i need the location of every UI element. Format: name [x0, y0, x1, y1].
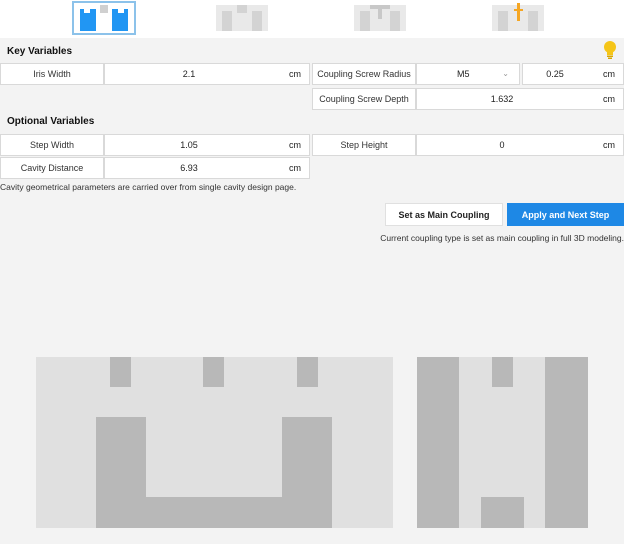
screw-slot-left — [110, 357, 131, 387]
screw-slot-right — [297, 357, 318, 387]
cavity-wall-right — [282, 417, 332, 528]
chevron-down-icon: ⌄ — [502, 69, 509, 78]
front-view-preview — [36, 357, 393, 528]
cavity-distance-field[interactable]: 6.93 cm — [104, 157, 310, 179]
side-iris-block — [481, 497, 524, 528]
screw-coupling-icon — [492, 3, 544, 31]
coupling-screw-radius-label-text: Coupling Screw Radius — [317, 69, 411, 79]
iris-width-label-text: Iris Width — [33, 69, 71, 79]
coupling-screw-radius-select-value: M5 — [457, 69, 470, 79]
cavity-distance-label-text: Cavity Distance — [20, 163, 84, 173]
key-variables-title: Key Variables — [7, 46, 73, 57]
side-view-preview — [417, 357, 588, 528]
step-width-label: Step Width — [0, 134, 104, 156]
step-width-value: 1.05 — [180, 140, 198, 150]
step-coupling-icon — [216, 5, 268, 31]
tab-coupling-type-3[interactable] — [350, 1, 414, 35]
step-width-label-text: Step Width — [29, 140, 75, 150]
cavity-distance-label: Cavity Distance — [0, 157, 104, 179]
lightbulb-icon[interactable] — [602, 40, 618, 62]
set-main-coupling-button[interactable]: Set as Main Coupling — [385, 203, 503, 226]
step-width-field[interactable]: 1.05 cm — [104, 134, 310, 156]
cavity-wall-left — [96, 417, 146, 528]
coupling-screw-depth-label-text: Coupling Screw Depth — [319, 94, 409, 104]
probe-coupling-icon — [354, 5, 406, 31]
side-screw-slot — [492, 357, 513, 387]
cavity-base — [146, 497, 282, 528]
screw-slot-center — [203, 357, 224, 387]
coupling-screw-radius-unit: cm — [603, 69, 615, 79]
coupling-screw-depth-field[interactable]: 1.632 cm — [416, 88, 624, 110]
step-height-label-text: Step Height — [340, 140, 388, 150]
iris-width-field[interactable]: 2.1 cm — [104, 63, 310, 85]
tab-coupling-type-2[interactable] — [212, 1, 276, 35]
step-width-unit: cm — [289, 140, 301, 150]
step-height-value: 0 — [499, 140, 505, 150]
iris-width-value: 2.1 — [182, 69, 196, 79]
iris-coupling-icon — [80, 5, 128, 31]
cavity-distance-value: 6.93 — [180, 163, 198, 173]
side-wall-right — [545, 357, 588, 528]
cavity-distance-unit: cm — [289, 163, 301, 173]
coupling-screw-radius-label: Coupling Screw Radius — [312, 63, 416, 85]
coupling-screw-depth-label: Coupling Screw Depth — [312, 88, 416, 110]
coupling-screw-radius-field[interactable]: 0.25 cm — [522, 63, 624, 85]
step-height-unit: cm — [603, 140, 615, 150]
optional-variables-title: Optional Variables — [7, 116, 95, 127]
side-wall-left — [417, 357, 459, 528]
coupling-note: Current coupling type is set as main cou… — [380, 233, 624, 243]
apply-next-step-button[interactable]: Apply and Next Step — [507, 203, 624, 226]
iris-width-unit: cm — [289, 69, 301, 79]
iris-width-label: Iris Width — [0, 63, 104, 85]
cavity-note: Cavity geometrical parameters are carrie… — [0, 182, 297, 192]
coupling-type-tabbar — [0, 0, 624, 38]
coupling-screw-radius-select[interactable]: M5 ⌄ — [416, 63, 520, 85]
coupling-screw-radius-value: 0.25 — [546, 69, 564, 79]
step-height-field[interactable]: 0 cm — [416, 134, 624, 156]
coupling-screw-depth-value: 1.632 — [490, 94, 514, 104]
tab-coupling-type-1[interactable] — [72, 1, 136, 35]
tab-coupling-type-4[interactable] — [488, 1, 552, 35]
step-height-label: Step Height — [312, 134, 416, 156]
coupling-screw-depth-unit: cm — [603, 94, 615, 104]
